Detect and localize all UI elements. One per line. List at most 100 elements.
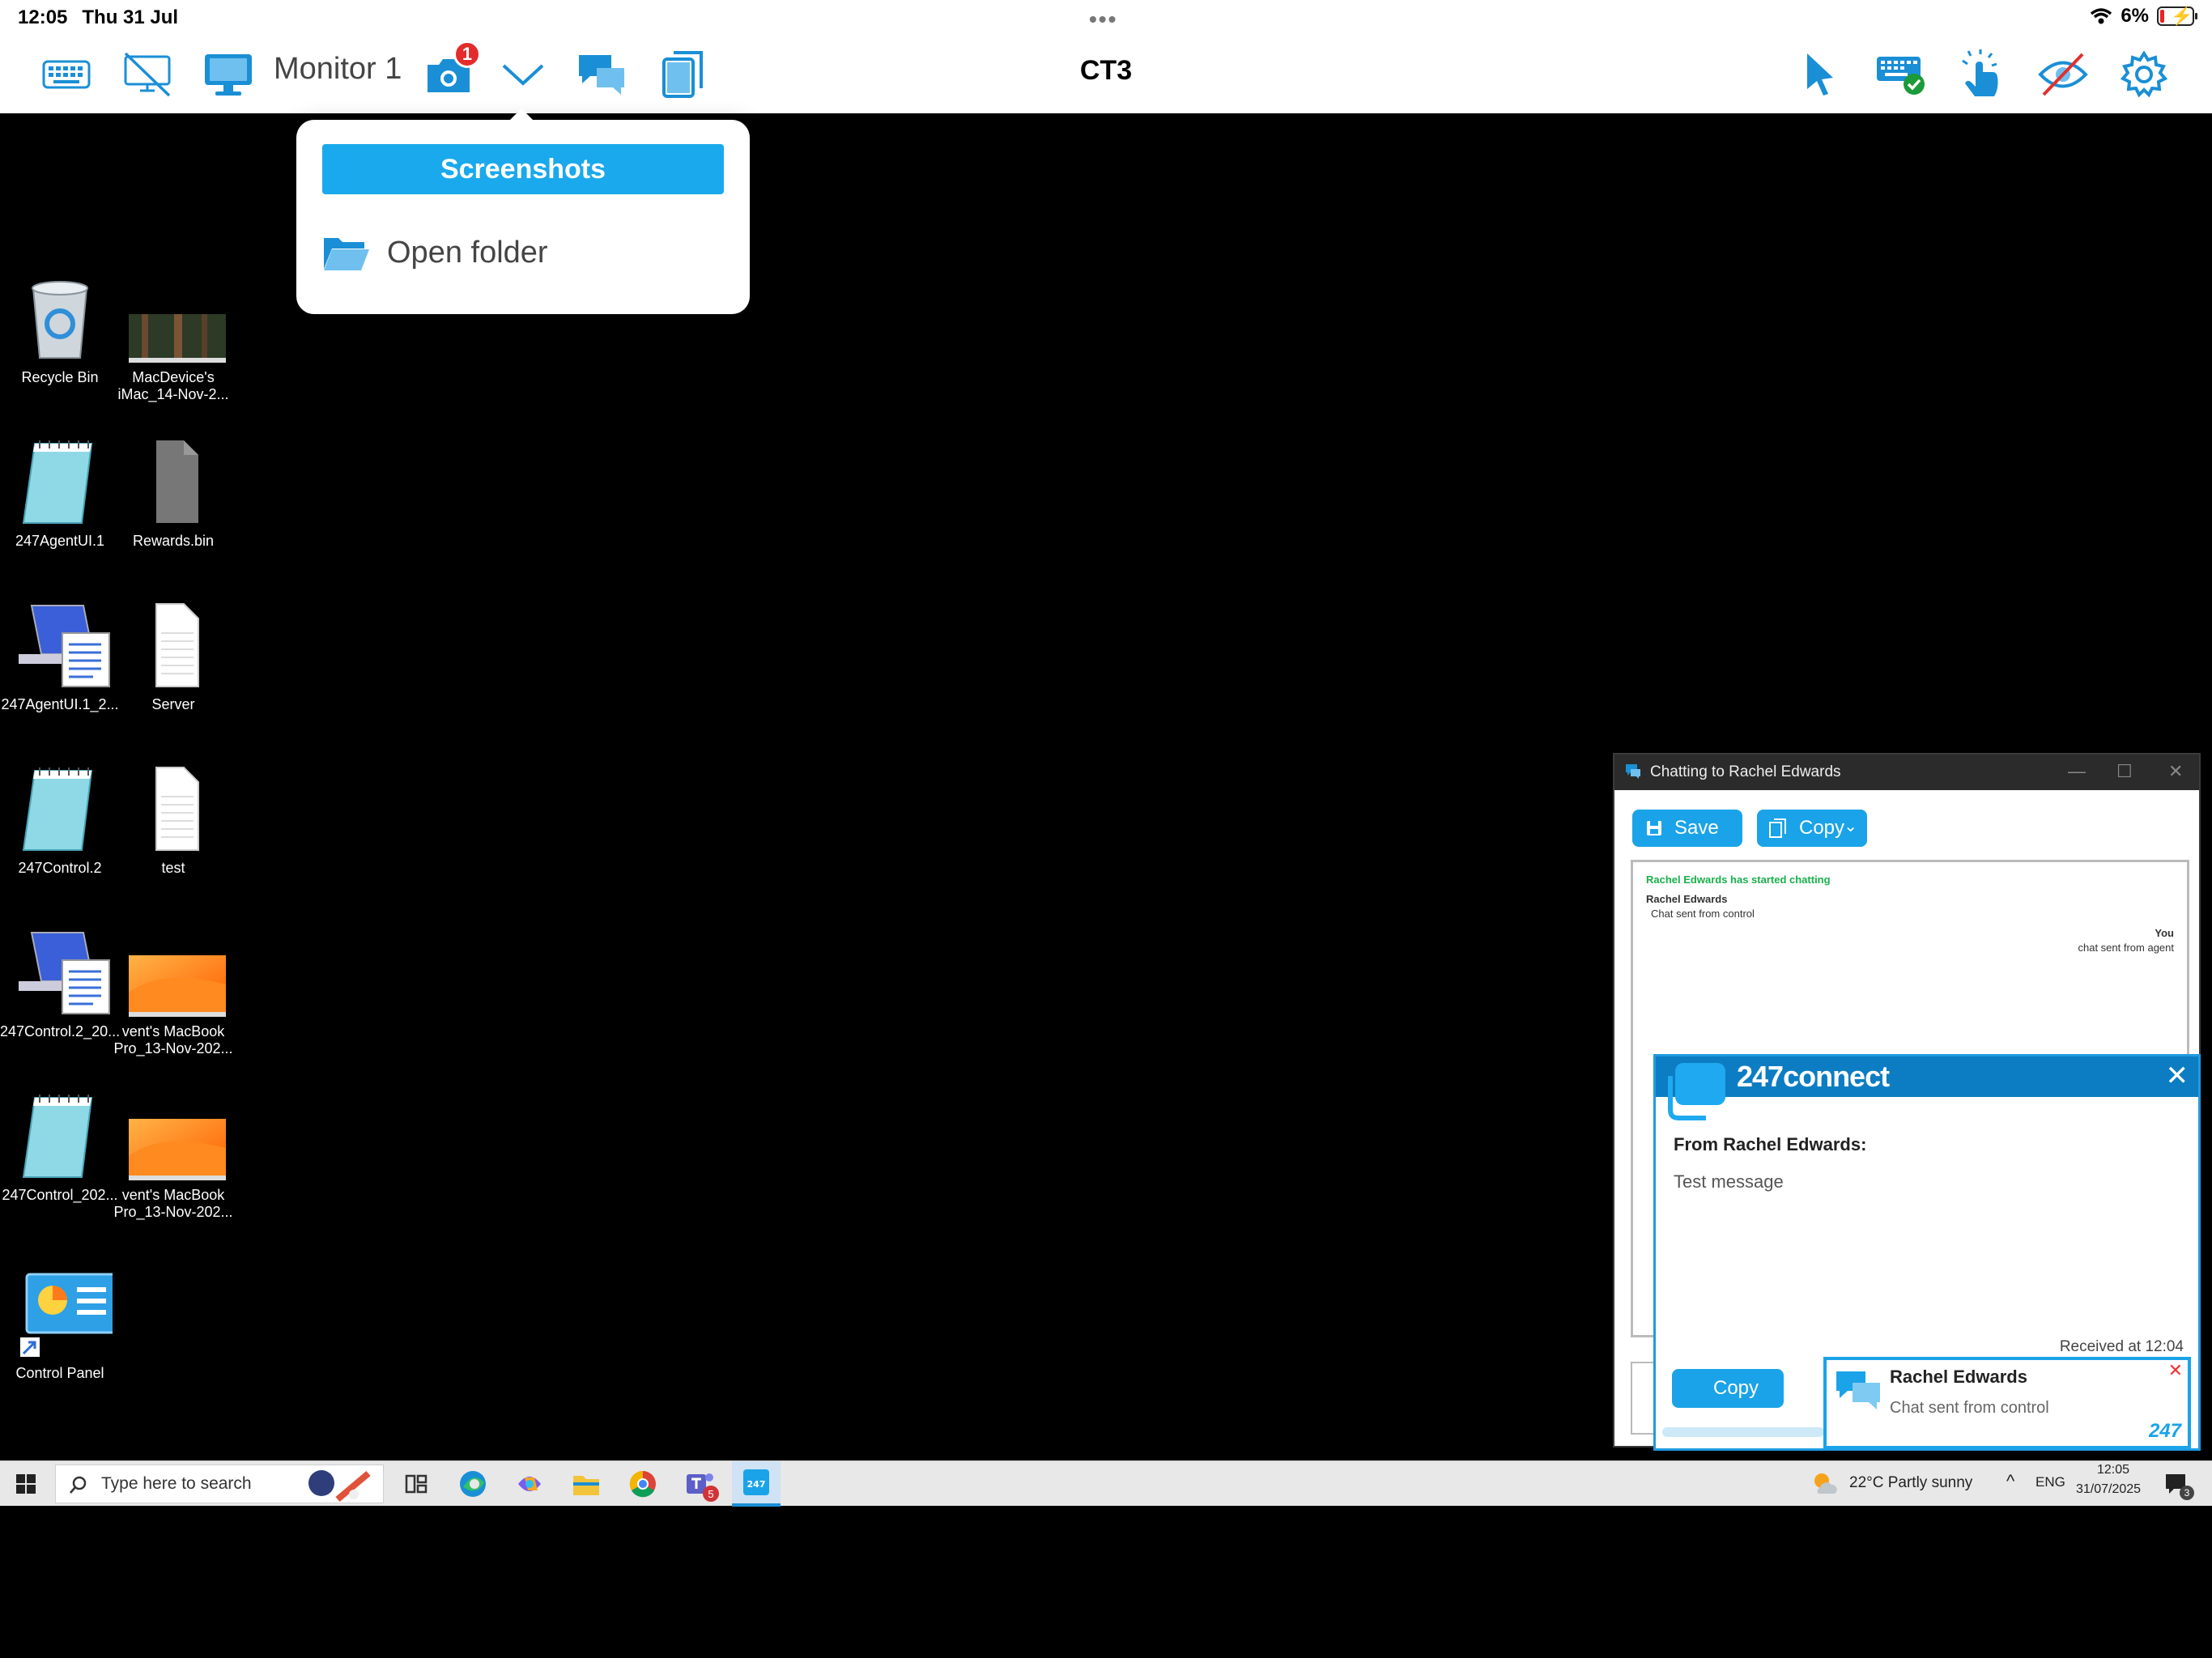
folder-icon (324, 238, 369, 270)
copy-dropdown-button[interactable]: Copy ⌄ (1757, 810, 1867, 847)
privacy-eye-icon[interactable] (2035, 47, 2091, 102)
screenshot-menu: Screenshots Open folder (296, 108, 750, 314)
desktop-icon-247agentui[interactable]: 247AgentUI.1 (0, 437, 120, 550)
windows-taskbar: Type here to search 5 247 22°C Partly su… (0, 1460, 2212, 1507)
monitor-select-label[interactable]: Monitor 1 (274, 52, 402, 87)
weather-icon[interactable] (1810, 1469, 1840, 1499)
maximize-icon[interactable]: ☐ (2116, 761, 2133, 782)
icon-label: test (161, 860, 185, 876)
open-folder-item[interactable]: Open folder (322, 233, 548, 272)
desktop-icon-control-panel[interactable]: Control Panel (0, 1269, 120, 1382)
minimize-icon[interactable]: — (2068, 761, 2086, 782)
notification-center-icon[interactable]: 3 (2163, 1471, 2194, 1500)
icon-label: Pro_13-Nov-202... (113, 1204, 233, 1220)
screenshot-count-badge: 1 (453, 40, 481, 68)
weather-text[interactable]: 22°C Partly sunny (1849, 1474, 1972, 1492)
icon-label: 247Control.2_20... (0, 1023, 121, 1039)
control-panel-icon (15, 1269, 117, 1358)
message-from: From Rachel Edwards: (1674, 1134, 1867, 1154)
status-date: Thu 31 Jul (82, 6, 179, 28)
desktop-icon-recycle-bin[interactable]: Recycle Bin (0, 274, 120, 386)
camera-screenshot-button[interactable]: 1 (421, 40, 481, 102)
keyboard-icon[interactable] (39, 47, 94, 102)
icon-label: iMac_14-Nov-2... (117, 386, 229, 402)
image-thumbnail-icon (129, 274, 226, 368)
gear-icon[interactable] (2116, 47, 2172, 102)
chat-icon[interactable] (575, 47, 630, 102)
save-label: Save (1674, 817, 1719, 839)
desktop-icon-247agentui-2[interactable]: 247AgentUI.1_2... (0, 601, 120, 713)
svg-text:247: 247 (747, 1479, 766, 1490)
toast-sender: Rachel Edwards (1890, 1367, 2027, 1387)
desktop-icon-macbook-screenshot-1[interactable]: vent's MacBook Pro_13-Nov-202... (113, 928, 233, 1057)
close-icon[interactable]: ✕ (2168, 1360, 2183, 1381)
desktop-icon-rewards-bin[interactable]: Rewards.bin (113, 437, 233, 550)
screenshots-header[interactable]: Screenshots (322, 144, 724, 194)
monitor-icon[interactable] (201, 47, 256, 102)
image-thumbnail-icon (129, 1091, 226, 1180)
battery-icon: ⚡ (2157, 6, 2197, 26)
chevron-down-icon[interactable] (496, 47, 551, 102)
laptop-document-icon (15, 601, 110, 690)
image-thumbnail-icon (129, 928, 226, 1017)
remote-desktop-page: 12:05 Thu 31 Jul ••• 6% ⚡ Monitor 1 1 CT… (0, 0, 2212, 1658)
copy-button[interactable]: Copy (1672, 1369, 1784, 1408)
chrome-icon[interactable] (627, 1468, 659, 1500)
desktop-icon-test[interactable]: test (113, 764, 233, 877)
desktop-icon-server[interactable]: Server (113, 601, 233, 713)
teams-app[interactable]: 5 (683, 1468, 719, 1502)
language-indicator[interactable]: ENG (2035, 1474, 2065, 1490)
chat-titlebar: Chatting to Rachel Edwards — ☐ ✕ (1614, 755, 2199, 790)
close-icon[interactable]: ✕ (2166, 1060, 2189, 1092)
chat-toast[interactable]: Rachel Edwards Chat sent from control ✕ … (1823, 1357, 2191, 1449)
touch-icon[interactable] (1955, 47, 2010, 102)
progress-track (1662, 1427, 1824, 1437)
remote-toolbar: Monitor 1 1 CT3 (0, 36, 2212, 113)
windows-start-icon[interactable] (16, 1474, 36, 1494)
chevron-down-icon: ⌄ (1844, 818, 1857, 835)
edge-browser-icon[interactable] (457, 1468, 489, 1500)
copy-label: Copy (1799, 817, 1845, 839)
chat-message: Chat sent from control (1651, 908, 1755, 920)
copilot-icon[interactable] (513, 1468, 546, 1500)
copy-icon (1769, 818, 1786, 838)
cursor-icon[interactable] (1793, 47, 1848, 102)
247connect-icon: 247 (743, 1469, 769, 1495)
save-icon (1647, 821, 1661, 835)
connect-brand: 247connect (1737, 1060, 1890, 1093)
ipad-status-bar: 12:05 Thu 31 Jul ••• 6% ⚡ (0, 0, 2212, 36)
chat-app-icon (1626, 764, 1640, 779)
connect-logo-icon (1668, 1063, 1725, 1120)
icon-label: Server (151, 696, 195, 712)
status-time: 12:05 (18, 6, 68, 28)
chevron-up-icon[interactable]: ^ (2006, 1471, 2014, 1492)
notepad-icon (15, 1091, 104, 1180)
chat-started-notice: Rachel Edwards has started chatting (1646, 874, 1831, 886)
toast-brand: 247 (2148, 1420, 2181, 1442)
screen-blank-icon[interactable] (120, 47, 175, 102)
clock-time[interactable]: 12:05 (2097, 1463, 2129, 1477)
close-icon[interactable]: ✕ (2168, 761, 2183, 782)
taskbar-search-input[interactable]: Type here to search (55, 1465, 384, 1503)
recycle-bin-icon (15, 274, 104, 363)
multitasking-dots-icon[interactable]: ••• (1089, 6, 1117, 32)
icon-label: Rewards.bin (132, 533, 215, 549)
icon-label: MacDevice's (132, 369, 215, 385)
status-right: 6% ⚡ (2090, 5, 2197, 28)
clipboard-icon[interactable] (656, 47, 711, 102)
desktop-icon-imac-screenshot[interactable]: MacDevice's iMac_14-Nov-2... (113, 274, 233, 403)
keyboard-lock-icon[interactable] (1874, 47, 1929, 102)
icon-label: Recycle Bin (21, 369, 99, 385)
desktop-icon-247control2-20[interactable]: 247Control.2_20... (0, 928, 120, 1040)
chat-sender-name: You (2155, 927, 2174, 939)
file-explorer-icon[interactable] (570, 1468, 602, 1500)
desktop-icon-247control2[interactable]: 247Control.2 (0, 764, 120, 877)
copy-label: Copy (1712, 1377, 1759, 1399)
clock-date[interactable]: 31/07/2025 (2076, 1482, 2141, 1497)
save-button[interactable]: Save (1632, 810, 1742, 847)
task-view-icon[interactable] (400, 1468, 432, 1500)
247connect-taskbar-app[interactable]: 247 (732, 1461, 781, 1507)
desktop-icon-macbook-screenshot-2[interactable]: vent's MacBook Pro_13-Nov-202... (113, 1091, 233, 1221)
icon-label: 247AgentUI.1_2... (1, 696, 119, 712)
desktop-icon-247control-202[interactable]: 247Control_202... (0, 1091, 120, 1204)
